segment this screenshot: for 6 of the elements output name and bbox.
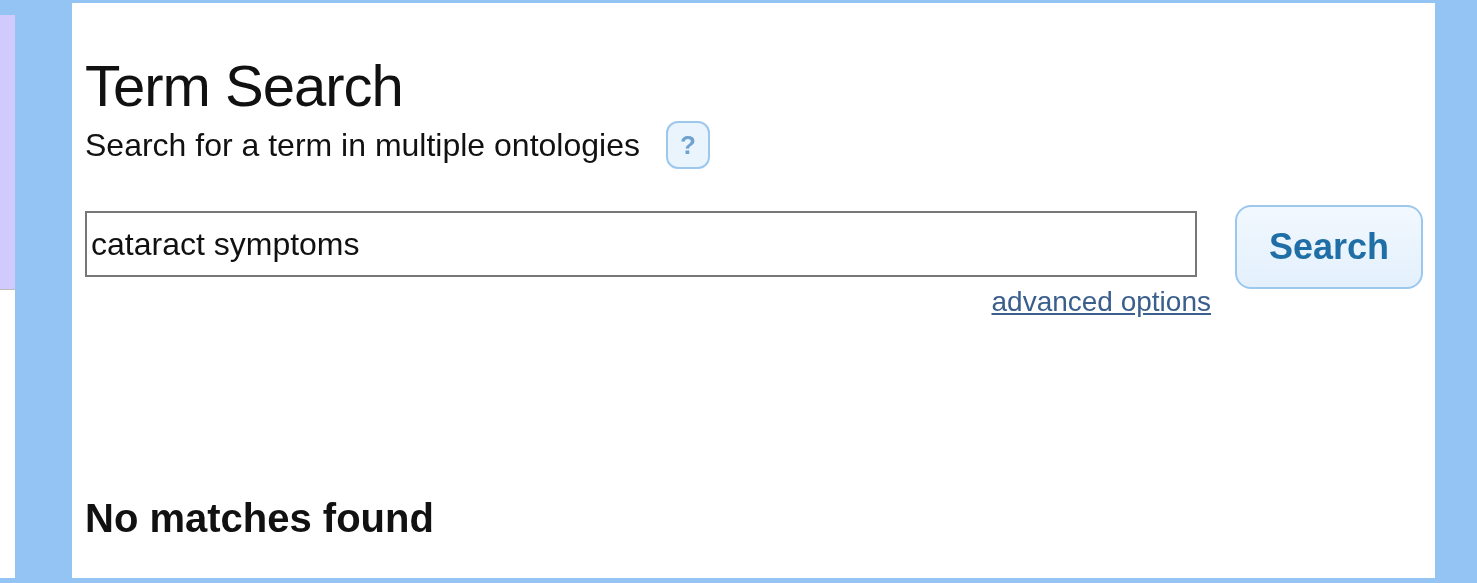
page-title: Term Search [85, 55, 404, 117]
search-button[interactable]: Search [1235, 205, 1423, 289]
page-subtitle: Search for a term in multiple ontologies [85, 126, 640, 165]
search-field[interactable]: cataract symptoms [85, 211, 1197, 277]
result-message: No matches found [85, 495, 435, 542]
advanced-options-link[interactable]: advanced options [991, 281, 1211, 323]
